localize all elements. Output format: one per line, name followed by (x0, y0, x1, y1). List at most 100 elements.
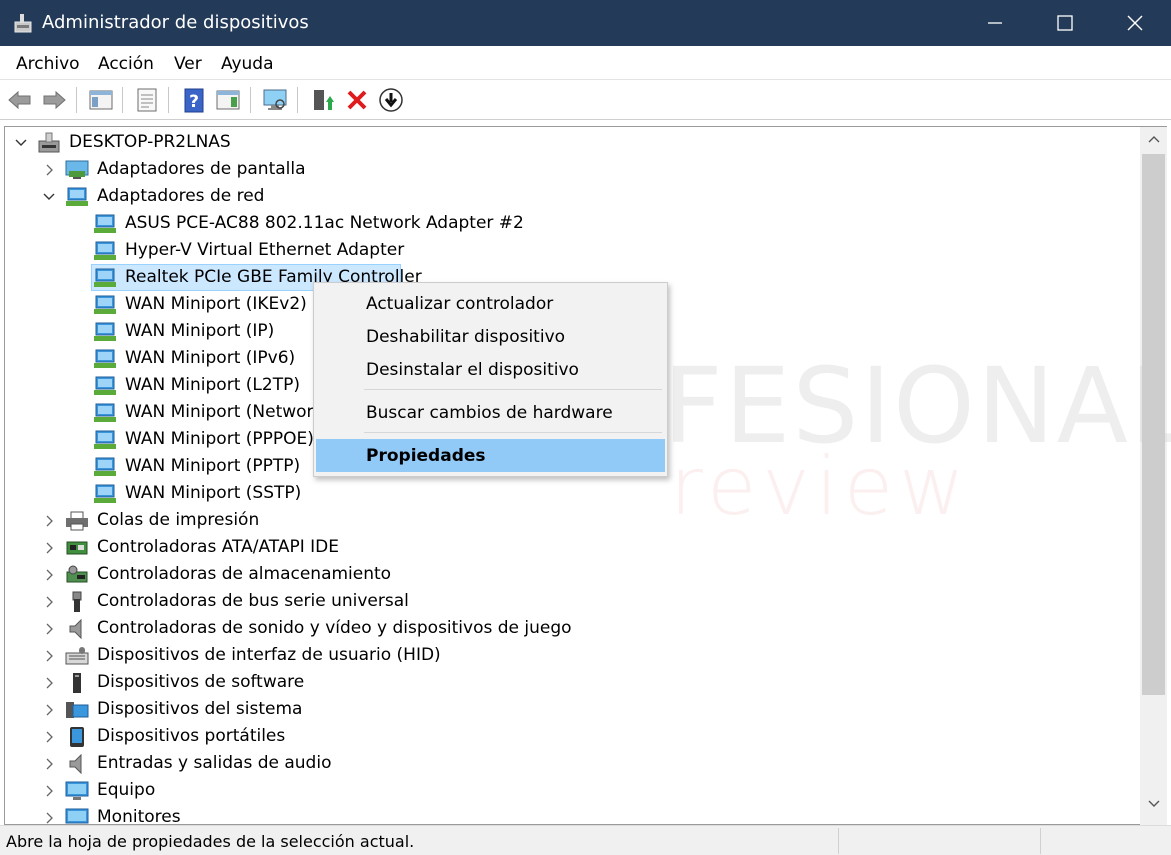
update-driver-icon[interactable] (308, 86, 336, 114)
action-pane-icon[interactable] (214, 86, 242, 114)
tree-root-label: DESKTOP-PR2LNAS (69, 132, 231, 152)
menu-item-disable-device[interactable]: Deshabilitar dispositivo (316, 320, 665, 353)
tree-item-label: Adaptadores de red (97, 186, 265, 206)
tree-child-label: WAN Miniport (L2TP) (125, 375, 300, 395)
chevron-right-icon[interactable] (43, 677, 55, 689)
menu-item-uninstall-device[interactable]: Desinstalar el dispositivo (316, 353, 665, 386)
tree-item[interactable]: Dispositivos del sistema (5, 696, 1135, 723)
tree-item-label: Equipo (97, 780, 156, 800)
menu-bar: Archivo Acción Ver Ayuda (0, 46, 1171, 80)
chevron-right-icon[interactable] (43, 596, 55, 608)
tree-item[interactable]: Dispositivos portátiles (5, 723, 1135, 750)
tree-child-item[interactable]: WAN Miniport (SSTP) (5, 480, 1135, 507)
chevron-right-icon[interactable] (43, 515, 55, 527)
tree-child-label: WAN Miniport (PPTP) (125, 456, 301, 476)
tree-item-label: Controladoras de bus serie universal (97, 591, 409, 611)
chevron-right-icon[interactable] (43, 704, 55, 716)
network-adapter-icon (94, 376, 116, 395)
chevron-right-icon[interactable] (43, 812, 55, 824)
tree-item-label: Adaptadores de pantalla (97, 159, 306, 179)
usb-icon (72, 591, 82, 612)
toolbar: ? (0, 80, 1171, 120)
tree-child-label: Hyper-V Virtual Ethernet Adapter (125, 240, 405, 260)
tree-child-label: WAN Miniport (IP) (125, 321, 275, 341)
hid-icon (65, 647, 89, 665)
scrollbar-thumb[interactable] (1142, 154, 1165, 695)
network-adapter-icon (94, 403, 116, 422)
minimize-button[interactable] (960, 0, 1030, 46)
chevron-right-icon[interactable] (43, 731, 55, 743)
chevron-right-icon[interactable] (43, 623, 55, 635)
tree-item-label: Controladoras de almacenamiento (97, 564, 392, 584)
forward-arrow-icon[interactable] (40, 86, 68, 114)
network-adapter-icon (94, 268, 116, 287)
scroll-up-arrow-icon[interactable] (1148, 135, 1160, 143)
storage-controller-icon (66, 565, 88, 583)
chevron-right-icon[interactable] (43, 569, 55, 581)
tree-item[interactable]: Equipo (5, 777, 1135, 804)
back-arrow-icon[interactable] (6, 86, 34, 114)
menu-item-scan-hardware[interactable]: Buscar cambios de hardware (316, 396, 665, 429)
tree-item[interactable]: Controladoras de bus serie universal (5, 588, 1135, 615)
show-hide-console-tree-icon[interactable] (87, 86, 115, 114)
tree-item[interactable]: Adaptadores de red (5, 183, 1135, 210)
chevron-right-icon[interactable] (43, 164, 55, 176)
menu-ayuda[interactable]: Ayuda (221, 54, 274, 74)
menu-ver[interactable]: Ver (174, 54, 202, 74)
close-button[interactable] (1100, 0, 1170, 46)
chevron-right-icon[interactable] (43, 650, 55, 662)
chevron-right-icon[interactable] (43, 542, 55, 554)
tree-item[interactable]: Entradas y salidas de audio (5, 750, 1135, 777)
vertical-scrollbar[interactable] (1140, 126, 1167, 825)
scroll-down-arrow-icon[interactable] (1148, 800, 1160, 808)
speaker-icon (69, 618, 82, 640)
tree-item-label: Controladoras de sonido y vídeo y dispos… (97, 618, 572, 638)
tree-child-item[interactable]: Hyper-V Virtual Ethernet Adapter (5, 237, 1135, 264)
menu-archivo[interactable]: Archivo (16, 54, 80, 74)
menu-accion[interactable]: Acción (98, 54, 154, 74)
menu-item-update-driver[interactable]: Actualizar controlador (316, 287, 665, 320)
tree-item[interactable]: Dispositivos de interfaz de usuario (HID… (5, 642, 1135, 669)
help-icon[interactable]: ? (180, 86, 208, 114)
tree-item-label: Controladoras ATA/ATAPI IDE (97, 537, 339, 557)
scan-hardware-icon[interactable] (261, 86, 289, 114)
menu-item-label: Actualizar controlador (366, 294, 554, 314)
status-text: Abre la hoja de propiedades de la selecc… (6, 832, 415, 851)
maximize-button[interactable] (1030, 0, 1100, 46)
status-divider (1040, 828, 1041, 854)
menu-item-label: Propiedades (366, 446, 486, 466)
tree-item[interactable]: Adaptadores de pantalla (5, 156, 1135, 183)
chevron-right-icon[interactable] (43, 758, 55, 770)
network-adapter-icon (94, 457, 116, 476)
tree-child-label: WAN Miniport (IKEv2) (125, 294, 307, 314)
disable-device-icon[interactable] (377, 86, 405, 114)
tree-item[interactable]: Controladoras de sonido y vídeo y dispos… (5, 615, 1135, 642)
chevron-down-icon[interactable] (15, 137, 27, 149)
properties-icon[interactable] (133, 86, 161, 114)
ide-controller-icon (66, 541, 88, 555)
tree-item[interactable]: Controladoras ATA/ATAPI IDE (5, 534, 1135, 561)
portable-device-icon (70, 727, 84, 747)
menu-separator (364, 389, 662, 390)
tree-child-item[interactable]: ASUS PCE-AC88 802.11ac Network Adapter #… (5, 210, 1135, 237)
chevron-right-icon[interactable] (43, 785, 55, 797)
tree-child-label: ASUS PCE-AC88 802.11ac Network Adapter #… (125, 213, 524, 233)
tree-item[interactable]: Monitores (5, 804, 1135, 825)
tree-child-label: WAN Miniport (IPv6) (125, 348, 296, 368)
tree-root[interactable]: DESKTOP-PR2LNAS (5, 129, 1135, 156)
tree-item-label: Monitores (97, 807, 181, 825)
tree-item-label: Dispositivos de software (97, 672, 305, 692)
uninstall-icon[interactable] (343, 86, 371, 114)
tree-item[interactable]: Controladoras de almacenamiento (5, 561, 1135, 588)
network-adapter-icon (94, 484, 116, 503)
window-title: Administrador de dispositivos (42, 12, 309, 33)
chevron-down-icon[interactable] (43, 191, 55, 203)
menu-item-properties[interactable]: Propiedades (316, 439, 665, 472)
computer-icon (65, 781, 89, 800)
menu-separator (364, 432, 662, 433)
svg-text:?: ? (189, 92, 199, 112)
tree-item-label: Dispositivos portátiles (97, 726, 286, 746)
tree-item[interactable]: Colas de impresión (5, 507, 1135, 534)
menu-item-label: Desinstalar el dispositivo (366, 360, 579, 380)
tree-item[interactable]: Dispositivos de software (5, 669, 1135, 696)
